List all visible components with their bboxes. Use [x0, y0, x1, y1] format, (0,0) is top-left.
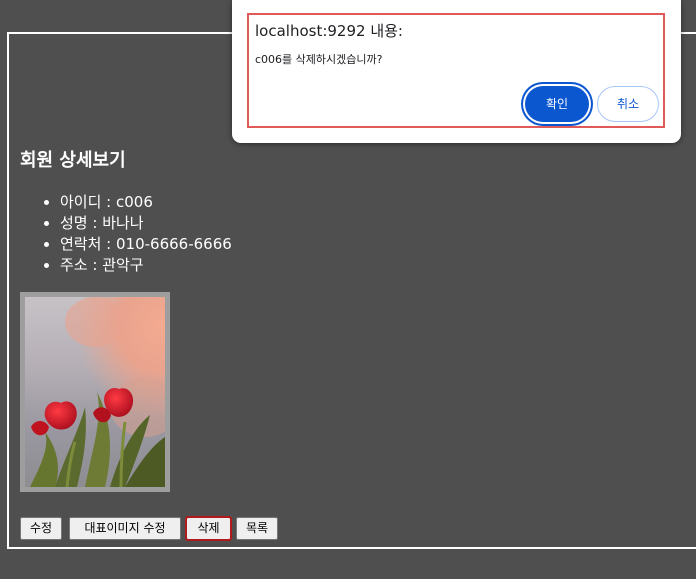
page-title: 회원 상세보기: [20, 150, 126, 171]
confirm-cancel-button[interactable]: 취소: [597, 86, 659, 122]
detail-phone: 연락처 : 010-6666-6666: [60, 234, 232, 255]
tulip-photo: [25, 297, 165, 487]
confirm-dialog: localhost:9292 내용: c006를 삭제하시겠습니까? 확인 취소: [232, 0, 681, 143]
detail-name: 성명 : 바나나: [60, 213, 232, 234]
dialog-message: c006를 삭제하시겠습니까?: [255, 53, 383, 66]
edit-image-button[interactable]: 대표이미지 수정: [69, 517, 181, 540]
dialog-body: localhost:9292 내용: c006를 삭제하시겠습니까? 확인 취소: [247, 13, 665, 128]
dialog-title: localhost:9292 내용:: [255, 22, 403, 40]
list-button[interactable]: 목록: [236, 517, 278, 540]
delete-button[interactable]: 삭제: [185, 516, 232, 541]
profile-image: [20, 292, 170, 492]
detail-id: 아이디 : c006: [60, 192, 232, 213]
detail-address: 주소 : 관악구: [60, 255, 232, 276]
member-details-list: 아이디 : c006 성명 : 바나나 연락처 : 010-6666-6666 …: [20, 192, 232, 276]
edit-button[interactable]: 수정: [20, 517, 62, 540]
confirm-ok-button[interactable]: 확인: [525, 86, 589, 122]
